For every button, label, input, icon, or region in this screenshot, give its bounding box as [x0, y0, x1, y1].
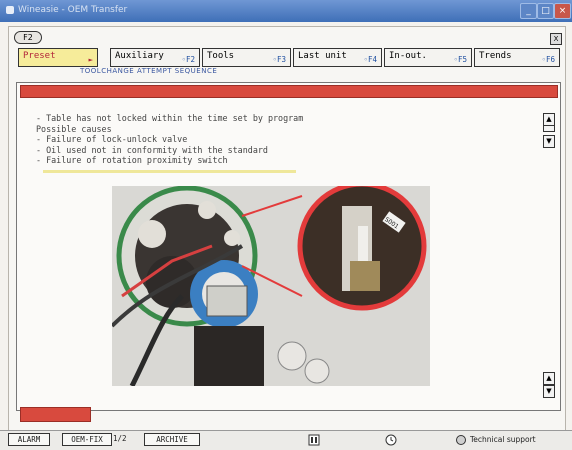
window-titlebar: Wineasie - OEM Transfer _ □ ×	[0, 0, 572, 22]
tab-tools[interactable]: Tools ◦F3	[202, 48, 291, 67]
support-icon[interactable]	[455, 434, 467, 446]
highlight-line	[43, 170, 296, 173]
technical-support-link[interactable]: Technical support	[470, 435, 536, 444]
tab-label: Trends	[479, 51, 512, 61]
description-line: Possible causes	[36, 123, 112, 134]
panel-close-button[interactable]: X	[550, 33, 562, 45]
clock-icon[interactable]	[385, 434, 397, 446]
tab-trends[interactable]: Trends ◦F6	[474, 48, 560, 67]
tab-subtitle: TOOLCHANGE ATTEMPT SEQUENCE	[80, 67, 218, 75]
tab-preset[interactable]: Preset ►	[18, 48, 98, 67]
image-scroll-up-button[interactable]: ▲	[543, 372, 555, 385]
alarm-button[interactable]: ALARM	[8, 433, 50, 446]
description-line: - Failure of lock-unlock valve	[36, 134, 188, 144]
alarm-footer-bar	[20, 407, 91, 422]
tab-key: ◦F6	[541, 55, 555, 64]
status-bar: ALARM OEM-FIX 1/2 ARCHIVE Technical supp…	[0, 430, 572, 450]
tab-key: ◦F2	[181, 55, 195, 64]
tab-auxiliary[interactable]: Auxiliary ◦F2	[110, 48, 200, 67]
pause-icon[interactable]	[308, 434, 320, 446]
alarm-header-bar	[20, 85, 558, 98]
tab-label: Auxiliary	[115, 51, 164, 61]
tab-label: Tools	[207, 51, 235, 61]
oem-fix-button[interactable]: OEM-FIX	[62, 433, 112, 446]
tab-key: ◦F4	[363, 55, 377, 64]
app-icon	[6, 6, 14, 14]
tab-label: Preset	[23, 51, 56, 61]
maximize-button[interactable]: □	[537, 3, 554, 19]
tab-key: ◦F3	[272, 55, 286, 64]
tab-in-out[interactable]: In-out. ◦F5	[384, 48, 472, 67]
image-scroll-down-button[interactable]: ▼	[543, 385, 555, 398]
machine-photo: S001	[112, 186, 430, 386]
tab-label: In-out.	[389, 51, 427, 61]
tab-key: ◦F5	[453, 55, 467, 64]
minimize-button[interactable]: _	[520, 3, 537, 19]
tab-label: Last unit	[298, 51, 347, 61]
f2-key-badge[interactable]: F2	[14, 31, 42, 44]
tab-key: ►	[88, 55, 93, 64]
close-window-button[interactable]: ×	[554, 3, 571, 19]
window-title: Wineasie - OEM Transfer	[18, 5, 128, 15]
description-line: - Failure of rotation proximity switch	[36, 155, 228, 165]
scroll-down-button[interactable]: ▼	[543, 135, 555, 148]
description-line: - Table has not locked within the time s…	[36, 113, 304, 123]
alarm-description: - Table has not locked within the time s…	[36, 113, 303, 166]
tab-last-unit[interactable]: Last unit ◦F4	[293, 48, 382, 67]
archive-button[interactable]: ARCHIVE	[144, 433, 200, 446]
scroll-thumb[interactable]	[543, 125, 555, 132]
description-line: - Oil used not in conformity with the st…	[36, 144, 268, 155]
page-indicator: 1/2	[113, 434, 127, 443]
